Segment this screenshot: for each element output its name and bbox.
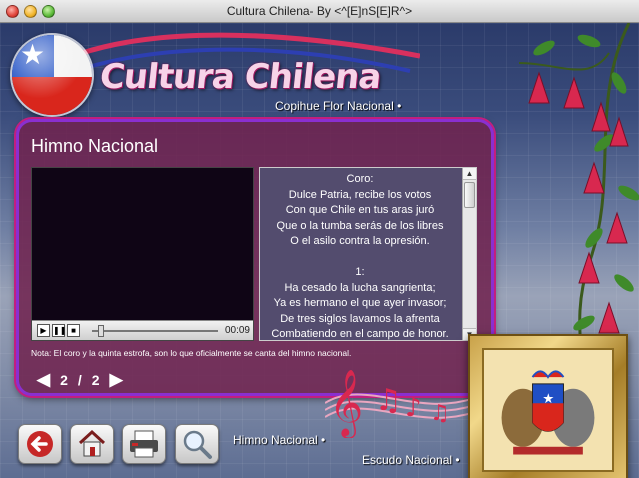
lyric-line: 1: [355, 266, 365, 278]
magnifier-icon [183, 430, 212, 459]
lyric-line: Ya es hermano el que ayer invasor; [273, 297, 447, 309]
lyric-line: Ha cesado la lucha sangrienta; [284, 281, 436, 294]
svg-text:♪: ♪ [405, 393, 422, 423]
scroll-up-icon[interactable]: ▲ [463, 168, 476, 180]
lyric-line: Dulce Patria, recibe los votos [288, 188, 432, 201]
lyric-line: Coro: [346, 173, 374, 185]
window-title: Cultura Chilena- By <^[E]nS[E]R^> [226, 4, 413, 18]
lyric-line [260, 250, 460, 266]
anthem-note: Nota: El coro y la quinta estrofa, son l… [31, 348, 352, 358]
lyric-line: O el asilo contra la opresión. [290, 235, 430, 247]
chile-flag-emblem: ★ [10, 33, 94, 117]
current-page: 2 [60, 372, 68, 388]
scroll-thumb[interactable] [464, 182, 475, 208]
coat-of-arms-image: ★ [482, 348, 614, 472]
lyrics-scrollbar[interactable]: ▲ ▼ [462, 168, 476, 340]
printer-icon [130, 430, 158, 458]
video-player[interactable]: ▶ ❚❚ ■ 00:09 [31, 167, 254, 341]
print-button[interactable] [122, 424, 166, 464]
home-icon [78, 429, 106, 457]
previous-page-icon[interactable]: ◀ [37, 370, 50, 390]
lyric-line: Que o la tumba serás de los libres [276, 219, 444, 232]
lyrics-box[interactable]: Coro: Dulce Patria, recibe los votos Con q… [259, 167, 477, 341]
app-stage: ★ Cultura Chilena Copihue Flor Nacional … [0, 23, 639, 478]
stop-button[interactable]: ■ [67, 324, 80, 337]
app-logo-title: Cultura Chilena [97, 57, 383, 97]
seek-thumb[interactable] [98, 325, 104, 337]
svg-text:♫: ♫ [375, 383, 402, 418]
escudo-link[interactable]: Escudo Nacional • [362, 453, 460, 467]
home-button[interactable] [70, 424, 114, 464]
page-separator: / [77, 372, 82, 388]
lyric-line: Combatiendo en el campo de honor. [271, 328, 449, 340]
svg-text:★: ★ [542, 391, 554, 406]
lyric-line: Con que Chile en tus aras juró [285, 204, 435, 216]
next-page-icon[interactable]: ▶ [110, 370, 123, 390]
window-titlebar: Cultura Chilena- By <^[E]nS[E]R^> [0, 0, 639, 23]
coat-of-arms-frame: ★ [468, 334, 628, 478]
back-arrow-icon [27, 431, 53, 457]
seek-bar[interactable] [92, 330, 218, 332]
copihue-link[interactable]: Copihue Flor Nacional • [275, 99, 401, 113]
music-notes-decoration: 𝄞 ♫ ♪ ♫ [325, 368, 475, 438]
pager: ◀ 2 / 2 ▶ [37, 370, 123, 390]
video-time: 00:09 [224, 325, 250, 336]
himno-link[interactable]: Himno Nacional • [233, 433, 325, 447]
back-button[interactable] [18, 424, 62, 464]
lyric-line: De tres siglos lavamos la afrenta [280, 312, 440, 325]
svg-text:♫: ♫ [430, 401, 450, 426]
lyrics-text: Coro: Dulce Patria, recibe los votos Con q… [260, 172, 460, 340]
search-button[interactable] [175, 424, 219, 464]
pause-button[interactable]: ❚❚ [52, 324, 66, 337]
svg-text:𝄞: 𝄞 [329, 368, 363, 438]
total-pages: 2 [91, 372, 100, 388]
panel-title: Himno Nacional [31, 136, 159, 156]
play-button[interactable]: ▶ [37, 324, 50, 337]
anthem-panel: Himno Nacional ▶ ❚❚ ■ 00:09 Coro: Dulce P… [16, 119, 494, 396]
video-controls: ▶ ❚❚ ■ 00:09 [32, 320, 253, 340]
